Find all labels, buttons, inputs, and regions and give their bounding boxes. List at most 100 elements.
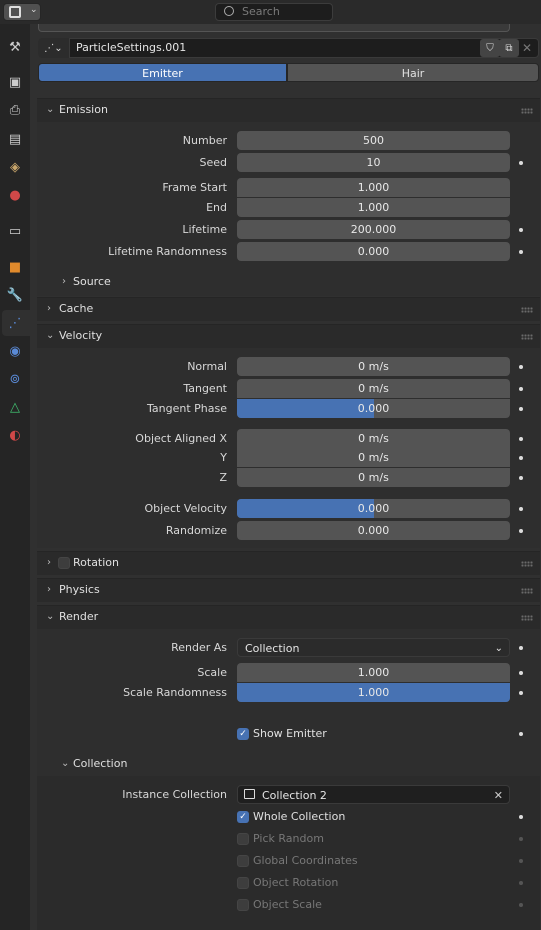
drag-handle-icon[interactable]	[521, 108, 533, 114]
scale-randomness-slider[interactable]: 1.000	[237, 683, 510, 702]
search-icon	[224, 6, 234, 16]
search-input[interactable]: Search	[215, 3, 333, 21]
randomize-field[interactable]: 0.000	[237, 521, 510, 540]
field-label: Normal	[187, 360, 227, 373]
object-aligned-z-field[interactable]: 0 m/s	[237, 468, 510, 487]
field-label: Number	[182, 134, 227, 147]
keyframe-dot[interactable]	[519, 529, 523, 533]
instance-collection-field[interactable]: Collection 2 ✕	[237, 785, 510, 804]
chevron-right-icon: ›	[47, 557, 51, 568]
chevron-right-icon[interactable]: ›	[62, 270, 66, 294]
editor-type-button[interactable]: ⌄	[3, 3, 41, 21]
keyframe-dot[interactable]	[519, 732, 523, 736]
keyframe-dot[interactable]	[519, 250, 523, 254]
frame-start-field[interactable]: 1.000	[237, 178, 510, 197]
keyframe-dot[interactable]	[519, 437, 523, 441]
chevron-right-icon: ›	[47, 584, 51, 595]
keyframe-dot[interactable]	[519, 365, 523, 369]
show-emitter-checkbox[interactable]: ✓	[237, 728, 249, 740]
view-layer-icon[interactable]: ▤	[6, 130, 24, 148]
duplicate-icon[interactable]: ⧉	[499, 39, 519, 57]
constraints-icon[interactable]: ⊚	[6, 370, 24, 388]
frame-end-field[interactable]: 1.000	[237, 198, 510, 217]
chevron-down-icon[interactable]: ⌄	[61, 752, 69, 776]
particle-settings-name[interactable]: ParticleSettings.001	[76, 38, 186, 58]
pick-random-checkbox[interactable]	[237, 833, 249, 845]
panel-title: Rotation	[73, 556, 120, 569]
keyframe-dot[interactable]	[519, 691, 523, 695]
drag-handle-icon[interactable]	[521, 615, 533, 621]
scale-field[interactable]: 1.000	[237, 663, 510, 682]
keyframe-dot[interactable]	[519, 815, 523, 819]
field-label: Instance Collection	[122, 788, 227, 801]
object-icon[interactable]: ■	[6, 258, 24, 276]
previous-panel-edge	[38, 24, 510, 32]
emission-panel-header[interactable]	[37, 98, 540, 122]
physics-panel-header[interactable]	[37, 578, 540, 602]
keyframe-dot[interactable]	[519, 837, 523, 841]
global-coordinates-checkbox[interactable]	[237, 855, 249, 867]
keyframe-dot[interactable]	[519, 456, 523, 460]
rotation-enable-checkbox[interactable]	[58, 557, 70, 569]
close-icon[interactable]: ✕	[494, 786, 503, 805]
modifier-icon[interactable]: 🔧	[6, 286, 24, 304]
keyframe-dot[interactable]	[519, 903, 523, 907]
source-subpanel[interactable]: Source	[73, 270, 111, 294]
keyframe-dot[interactable]	[519, 881, 523, 885]
drag-handle-icon[interactable]	[521, 561, 533, 567]
lifetime-randomness-field[interactable]: 0.000	[237, 242, 510, 261]
tab-emitter[interactable]: Emitter	[38, 63, 287, 82]
panel-title: Cache	[59, 302, 94, 315]
tangent-phase-slider[interactable]: 0.000	[237, 399, 510, 418]
object-aligned-y-field[interactable]: 0 m/s	[237, 448, 510, 467]
panel-title: Velocity	[59, 329, 103, 342]
whole-collection-checkbox[interactable]: ✓	[237, 811, 249, 823]
shield-icon[interactable]: ⛉	[480, 39, 500, 57]
keyframe-dot[interactable]	[519, 228, 523, 232]
render-panel-header[interactable]	[37, 605, 540, 629]
keyframe-dot[interactable]	[519, 476, 523, 480]
particles-icon[interactable]: ⋰	[6, 314, 24, 332]
tab-hair[interactable]: Hair	[287, 63, 539, 82]
world-icon[interactable]: ●	[6, 186, 24, 204]
drag-handle-icon[interactable]	[521, 334, 533, 340]
collection-subpanel[interactable]: Collection	[73, 752, 127, 776]
physics-icon[interactable]: ◉	[6, 342, 24, 360]
field-label: Seed	[199, 156, 228, 169]
normal-field[interactable]: 0 m/s	[237, 357, 510, 376]
lifetime-field[interactable]: 200.000	[237, 220, 510, 239]
tangent-field[interactable]: 0 m/s	[237, 379, 510, 398]
drag-handle-icon[interactable]	[521, 588, 533, 594]
field-label: Frame Start	[162, 181, 227, 194]
particle-settings-browse[interactable]: ⋰⌄	[38, 38, 70, 58]
keyframe-dot[interactable]	[519, 387, 523, 391]
data-icon[interactable]: △	[6, 398, 24, 416]
keyframe-dot[interactable]	[519, 646, 523, 650]
chevron-down-icon: ⌄	[30, 5, 38, 15]
drag-handle-icon[interactable]	[521, 307, 533, 313]
velocity-panel-header[interactable]	[37, 324, 540, 348]
search-placeholder: Search	[242, 5, 280, 18]
object-rotation-checkbox[interactable]	[237, 877, 249, 889]
output-icon[interactable]: ⎙	[6, 101, 24, 119]
field-label: Object Aligned X	[135, 432, 227, 445]
keyframe-dot[interactable]	[519, 161, 523, 165]
object-scale-checkbox[interactable]	[237, 899, 249, 911]
keyframe-dot[interactable]	[519, 507, 523, 511]
collection-icon[interactable]: ▭	[6, 222, 24, 240]
chevron-down-icon: ⌄	[46, 611, 55, 622]
number-field[interactable]: 500	[237, 131, 510, 150]
render-as-select[interactable]: Collection ⌄	[237, 638, 510, 657]
material-icon[interactable]: ◐	[6, 426, 24, 444]
render-icon[interactable]: ▣	[6, 73, 24, 91]
keyframe-dot[interactable]	[519, 407, 523, 411]
keyframe-dot[interactable]	[519, 859, 523, 863]
cache-panel-header[interactable]	[37, 297, 540, 321]
keyframe-dot[interactable]	[519, 671, 523, 675]
tool-icon[interactable]: ⚒	[6, 38, 24, 56]
object-aligned-x-field[interactable]: 0 m/s	[237, 429, 510, 448]
scene-icon[interactable]: ◈	[6, 158, 24, 176]
seed-field[interactable]: 10	[237, 153, 510, 172]
object-velocity-slider[interactable]: 0.000	[237, 499, 510, 518]
close-icon[interactable]: ✕	[522, 39, 532, 57]
